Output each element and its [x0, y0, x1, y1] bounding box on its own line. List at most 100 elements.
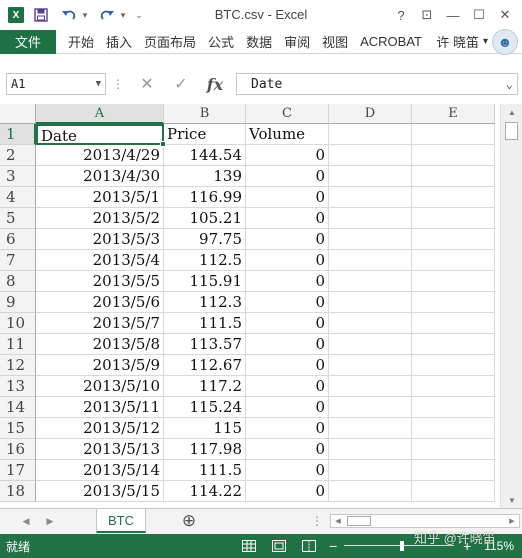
column-header-d[interactable]: D [329, 104, 412, 124]
formula-bar-grip-icon[interactable]: ⋮ [106, 77, 130, 91]
cell-a15[interactable]: 2013/5/12 [36, 418, 164, 439]
customize-icon[interactable]: ⌄ [134, 10, 144, 21]
page-break-view-icon[interactable] [298, 538, 320, 554]
row-header[interactable]: 3 [0, 166, 36, 187]
scroll-right-icon[interactable]: ▶ [505, 515, 519, 527]
cell-a18[interactable]: 2013/5/15 [36, 481, 164, 502]
name-box[interactable]: A1 ▼ [6, 73, 106, 95]
row-header[interactable]: 7 [0, 250, 36, 271]
zoom-out-button[interactable]: − [326, 538, 340, 554]
cell-e3[interactable] [412, 166, 495, 187]
redo-dropdown-icon[interactable]: ▾ [118, 10, 128, 21]
cell-d13[interactable] [329, 376, 412, 397]
row-header[interactable]: 8 [0, 271, 36, 292]
cell-c5[interactable]: 0 [246, 208, 329, 229]
horizontal-scroll-thumb[interactable] [347, 516, 371, 526]
cell-c8[interactable]: 0 [246, 271, 329, 292]
tab-file[interactable]: 文件 [0, 29, 56, 54]
tab-formulas[interactable]: 公式 [202, 30, 240, 54]
cell-e15[interactable] [412, 418, 495, 439]
cancel-button[interactable]: ✕ [130, 73, 164, 95]
cell-e1[interactable] [412, 124, 495, 145]
maximize-icon[interactable]: ☐ [466, 4, 492, 26]
cell-b18[interactable]: 114.22 [164, 481, 246, 502]
cell-d11[interactable] [329, 334, 412, 355]
cell-d8[interactable] [329, 271, 412, 292]
cell-d17[interactable] [329, 460, 412, 481]
sheet-next-icon[interactable]: ▶ [38, 509, 62, 533]
row-header[interactable]: 5 [0, 208, 36, 229]
expand-formula-icon[interactable]: ⌄ [506, 77, 513, 91]
cell-c7[interactable]: 0 [246, 250, 329, 271]
cell-c12[interactable]: 0 [246, 355, 329, 376]
row-header[interactable]: 10 [0, 313, 36, 334]
row-header[interactable]: 2 [0, 145, 36, 166]
cell-a2[interactable]: 2013/4/29 [36, 145, 164, 166]
cell-d12[interactable] [329, 355, 412, 376]
tab-insert[interactable]: 插入 [100, 30, 138, 54]
cell-e18[interactable] [412, 481, 495, 502]
scroll-up-icon[interactable]: ▲ [501, 104, 522, 120]
add-sheet-icon[interactable]: ⊕ [178, 509, 200, 533]
cell-c10[interactable]: 0 [246, 313, 329, 334]
cell-b8[interactable]: 115.91 [164, 271, 246, 292]
normal-view-icon[interactable] [238, 538, 260, 554]
cell-d3[interactable] [329, 166, 412, 187]
vertical-scrollbar[interactable]: ▲ ▼ [500, 104, 522, 508]
cell-c6[interactable]: 0 [246, 229, 329, 250]
cell-c1[interactable]: Volume [246, 124, 329, 145]
cell-b9[interactable]: 112.3 [164, 292, 246, 313]
cell-a1[interactable]: Date [36, 124, 164, 145]
cell-c4[interactable]: 0 [246, 187, 329, 208]
cell-d9[interactable] [329, 292, 412, 313]
cell-b1[interactable]: Price [164, 124, 246, 145]
cell-d16[interactable] [329, 439, 412, 460]
cell-d4[interactable] [329, 187, 412, 208]
cell-a10[interactable]: 2013/5/7 [36, 313, 164, 334]
row-header[interactable]: 1 [0, 124, 36, 145]
cell-e5[interactable] [412, 208, 495, 229]
minimize-icon[interactable]: — [440, 4, 466, 26]
cell-b10[interactable]: 111.5 [164, 313, 246, 334]
chevron-down-icon[interactable]: ▼ [96, 79, 101, 89]
cell-a9[interactable]: 2013/5/6 [36, 292, 164, 313]
close-icon[interactable]: ✕ [492, 4, 518, 26]
cell-c18[interactable]: 0 [246, 481, 329, 502]
cell-c17[interactable]: 0 [246, 460, 329, 481]
cell-c11[interactable]: 0 [246, 334, 329, 355]
column-header-e[interactable]: E [412, 104, 495, 124]
tab-data[interactable]: 数据 [240, 30, 278, 54]
tab-acrobat[interactable]: ACROBAT [354, 30, 428, 54]
horizontal-scrollbar[interactable]: ◀ ▶ [330, 514, 520, 528]
redo-icon[interactable] [96, 4, 118, 26]
select-all-corner[interactable] [0, 104, 36, 124]
cell-d18[interactable] [329, 481, 412, 502]
cell-b13[interactable]: 117.2 [164, 376, 246, 397]
cell-e7[interactable] [412, 250, 495, 271]
cell-d1[interactable] [329, 124, 412, 145]
column-header-a[interactable]: A [36, 104, 164, 124]
ribbon-display-icon[interactable]: ⊡ [414, 4, 440, 26]
cell-e8[interactable] [412, 271, 495, 292]
cell-d14[interactable] [329, 397, 412, 418]
cell-c13[interactable]: 0 [246, 376, 329, 397]
cell-a7[interactable]: 2013/5/4 [36, 250, 164, 271]
cell-e10[interactable] [412, 313, 495, 334]
insert-function-button[interactable]: fx [198, 73, 232, 95]
cell-a16[interactable]: 2013/5/13 [36, 439, 164, 460]
cell-d5[interactable] [329, 208, 412, 229]
tab-page-layout[interactable]: 页面布局 [138, 30, 202, 54]
cell-c16[interactable]: 0 [246, 439, 329, 460]
sheet-prev-icon[interactable]: ◀ [14, 509, 38, 533]
cell-c9[interactable]: 0 [246, 292, 329, 313]
cell-b14[interactable]: 115.24 [164, 397, 246, 418]
cell-e13[interactable] [412, 376, 495, 397]
row-header[interactable]: 11 [0, 334, 36, 355]
cell-e16[interactable] [412, 439, 495, 460]
cell-b16[interactable]: 117.98 [164, 439, 246, 460]
enter-button[interactable]: ✓ [164, 73, 198, 95]
cell-d15[interactable] [329, 418, 412, 439]
row-header[interactable]: 4 [0, 187, 36, 208]
cell-b6[interactable]: 97.75 [164, 229, 246, 250]
worksheet-grid[interactable]: A B C D E 1 Date Price Volume 2 2013/4/29 144.54 0 3 2… [0, 104, 522, 508]
